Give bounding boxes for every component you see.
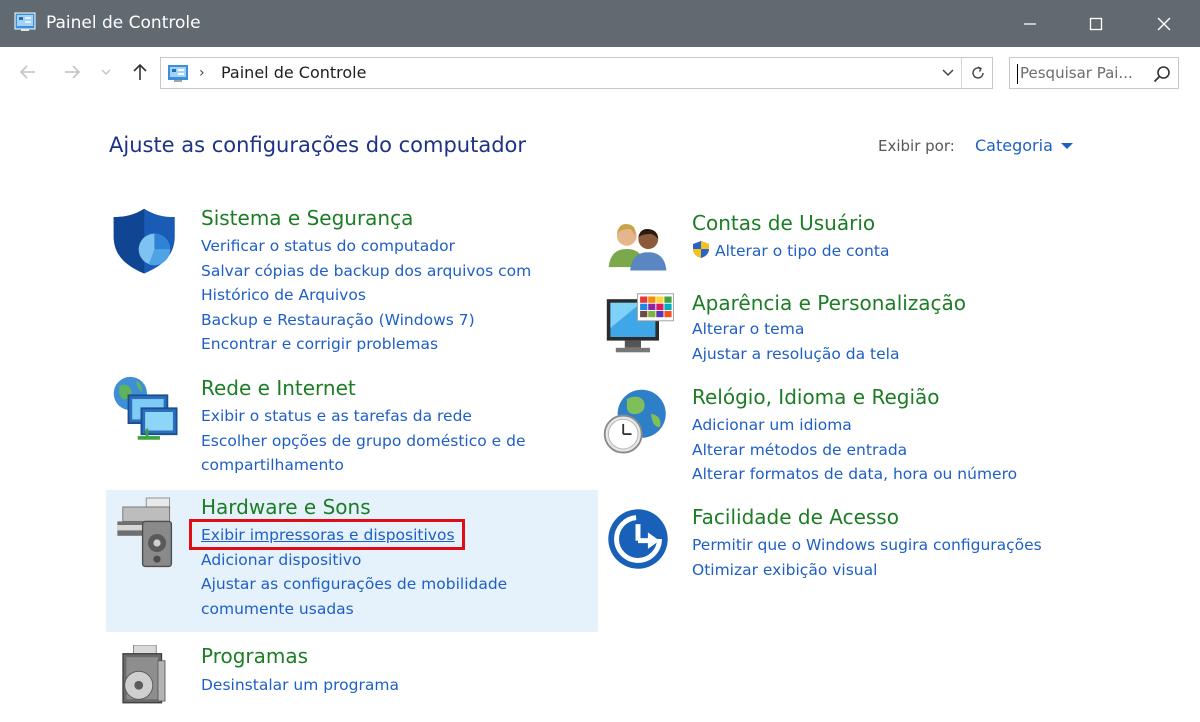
users-icon <box>608 224 667 271</box>
link-label: Alterar o tipo de conta <box>715 242 890 260</box>
category-title[interactable]: Rede e Internet <box>201 375 356 401</box>
link-network-status[interactable]: Exibir o status e as tarefas da rede <box>201 404 525 429</box>
search-box[interactable] <box>1009 57 1179 89</box>
link-screen-resolution[interactable]: Ajustar a resolução da tela <box>692 342 899 367</box>
refresh-icon <box>971 66 984 79</box>
close-icon <box>1157 17 1171 30</box>
link-change-account-type[interactable]: Alterar o tipo de conta <box>692 239 889 264</box>
breadcrumb-item[interactable]: Painel de Controle <box>221 63 366 83</box>
link-input-methods[interactable]: Alterar métodos de entrada <box>692 438 1017 463</box>
chevron-down-icon <box>942 69 954 77</box>
arrow-right-icon <box>65 65 81 79</box>
clock-globe-icon <box>603 389 666 454</box>
minimize-button[interactable] <box>996 0 1064 47</box>
link-optimize-display[interactable]: Otimizar exibição visual <box>692 558 1042 583</box>
text-caret <box>1017 64 1018 84</box>
view-by-dropdown[interactable]: Categoria <box>975 136 1073 155</box>
shield-icon <box>113 208 175 274</box>
annotation-highlight-box <box>189 519 465 550</box>
link-uninstall-program[interactable]: Desinstalar um programa <box>201 673 399 698</box>
refresh-button[interactable] <box>961 58 993 88</box>
link-homegroup[interactable]: Escolher opções de grupo doméstico e de <box>201 429 525 454</box>
recent-locations-button[interactable] <box>96 59 116 85</box>
dropdown-arrow-icon <box>1060 142 1073 149</box>
link-backup-restore[interactable]: Backup e Restauração (Windows 7) <box>201 308 531 333</box>
main-content: Ajuste as configurações do computador Ex… <box>0 97 1200 722</box>
link-troubleshoot[interactable]: Encontrar e corrigir problemas <box>201 332 531 357</box>
link-backup-files[interactable]: Salvar cópias de backup dos arquivos com <box>201 259 531 284</box>
category-title[interactable]: Relógio, Idioma e Região <box>692 384 940 410</box>
back-button[interactable] <box>14 59 42 85</box>
minimize-icon <box>1024 22 1036 25</box>
network-icon <box>113 376 178 440</box>
control-panel-icon <box>168 65 188 82</box>
search-icon[interactable] <box>1152 64 1172 84</box>
ease-of-access-icon <box>608 509 668 569</box>
category-title[interactable]: Sistema e Segurança <box>201 205 413 231</box>
maximize-icon <box>1089 17 1103 30</box>
category-title[interactable]: Aparência e Personalização <box>692 290 966 316</box>
programs-icon <box>122 645 166 704</box>
address-bar[interactable]: › Painel de Controle <box>160 57 993 89</box>
category-links: Permitir que o Windows sugira configuraç… <box>692 533 1042 582</box>
category-title[interactable]: Contas de Usuário <box>692 210 875 236</box>
link-change-theme[interactable]: Alterar o tema <box>692 317 899 342</box>
close-button[interactable] <box>1130 0 1198 47</box>
address-dropdown-button[interactable] <box>936 58 960 88</box>
appearance-icon <box>606 293 674 353</box>
link-add-language[interactable]: Adicionar um idioma <box>692 413 1017 438</box>
printer-icon <box>117 497 173 568</box>
forward-button[interactable] <box>58 59 86 85</box>
title-bar[interactable]: Painel de Controle <box>0 0 1200 47</box>
category-links: Adicionar um idioma Alterar métodos de e… <box>692 413 1017 487</box>
link-sharing[interactable]: compartilhamento <box>201 453 525 478</box>
category-links: Verificar o status do computador Salvar … <box>201 234 531 357</box>
category-links: Alterar o tema Ajustar a resolução da te… <box>692 317 899 366</box>
view-by-value: Categoria <box>975 136 1053 155</box>
chevron-down-icon <box>101 69 111 75</box>
link-mobility-settings[interactable]: Ajustar as configurações de mobilidade <box>201 572 507 597</box>
link-add-device[interactable]: Adicionar dispositivo <box>201 548 507 573</box>
link-windows-suggest[interactable]: Permitir que o Windows sugira configuraç… <box>692 533 1042 558</box>
control-panel-icon <box>14 12 36 31</box>
up-button[interactable] <box>126 59 154 85</box>
page-title: Ajuste as configurações do computador <box>109 133 527 157</box>
link-file-history[interactable]: Histórico de Arquivos <box>201 283 531 308</box>
navigation-bar: › Painel de Controle <box>0 47 1200 97</box>
maximize-button[interactable] <box>1062 0 1130 47</box>
link-mobility-settings-cont[interactable]: comumente usadas <box>201 597 507 622</box>
arrow-up-icon <box>133 63 147 80</box>
category-links: Desinstalar um programa <box>201 673 399 698</box>
window-title: Painel de Controle <box>46 13 201 33</box>
search-input[interactable] <box>1020 61 1146 85</box>
link-check-status[interactable]: Verificar o status do computador <box>201 234 531 259</box>
category-title[interactable]: Facilidade de Acesso <box>692 504 899 530</box>
category-title[interactable]: Hardware e Sons <box>201 494 371 520</box>
category-links: Exibir o status e as tarefas da rede Esc… <box>201 404 525 478</box>
uac-shield-icon <box>693 241 709 258</box>
link-date-formats[interactable]: Alterar formatos de data, hora ou número <box>692 462 1017 487</box>
category-links: Alterar o tipo de conta <box>692 239 889 264</box>
view-by-label: Exibir por: <box>878 137 955 155</box>
arrow-left-icon <box>19 65 35 79</box>
breadcrumb-separator[interactable]: › <box>199 65 205 81</box>
category-title[interactable]: Programas <box>201 643 308 669</box>
